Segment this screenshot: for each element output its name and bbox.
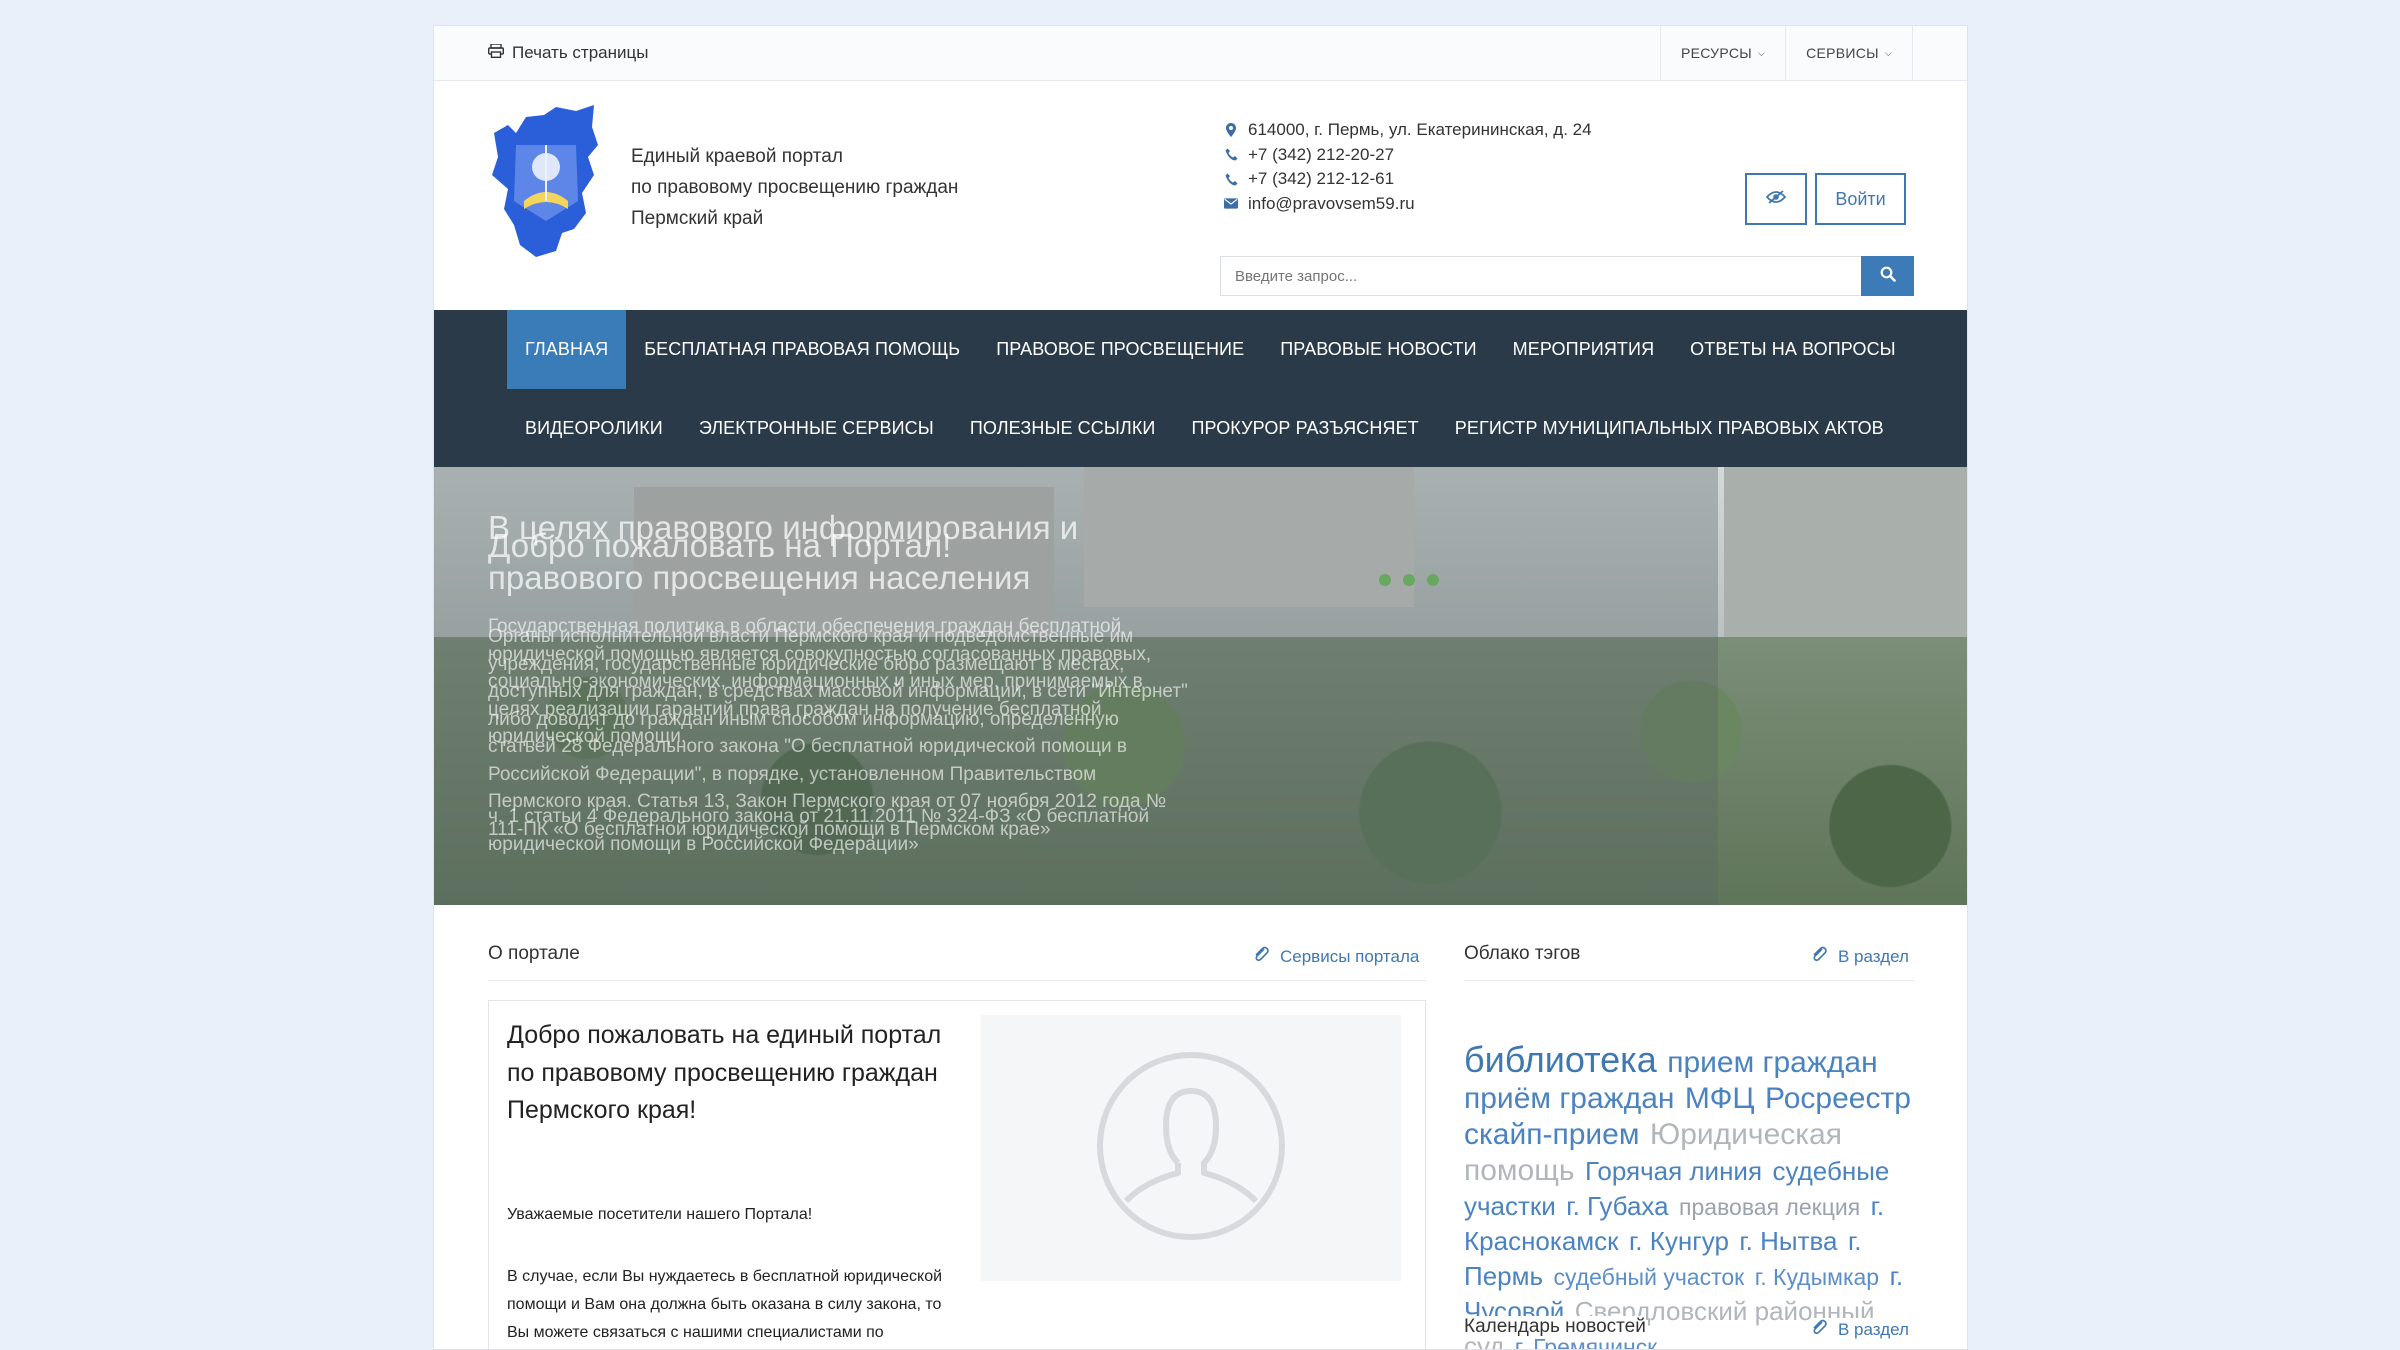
phone-icon	[1224, 173, 1238, 186]
chevron-down-icon: ⌵	[1884, 48, 1892, 58]
tag-link[interactable]: г. Кунгур	[1629, 1226, 1729, 1256]
tag-link[interactable]: г. Кудымкар	[1755, 1264, 1879, 1290]
address-text: 614000, г. Пермь, ул. Екатерининская, д.…	[1248, 120, 1592, 139]
tag-link[interactable]: библиотека	[1464, 1039, 1657, 1080]
phone2-text[interactable]: +7 (342) 212-12-61	[1248, 167, 1394, 192]
printer-icon	[487, 43, 505, 63]
tag-link[interactable]: судебный участок	[1553, 1264, 1744, 1290]
phone1-text[interactable]: +7 (342) 212-20-27	[1248, 143, 1394, 168]
email-row: info@pravovsem59.ru	[1224, 192, 1592, 217]
login-button[interactable]: Войти	[1815, 173, 1906, 225]
nav-item-free-legal-aid[interactable]: БЕСПЛАТНАЯ ПРАВОВАЯ ПОМОЩЬ	[626, 310, 978, 389]
portal-title: Единый краевой портал по правовому просв…	[631, 141, 958, 234]
nav-item-home[interactable]: ГЛАВНАЯ	[507, 310, 627, 389]
nav-item-legal-news[interactable]: ПРАВОВЫЕ НОВОСТИ	[1262, 310, 1494, 389]
tags-section-label: В раздел	[1838, 946, 1909, 966]
tag-link[interactable]: скайп-прием	[1464, 1118, 1639, 1151]
avatar	[981, 1015, 1401, 1281]
tag-link[interactable]: МФЦ	[1685, 1082, 1755, 1115]
chevron-down-icon: ⌵	[1757, 48, 1766, 58]
calendar-section-link[interactable]: В раздел	[1810, 1318, 1909, 1341]
search-button[interactable]	[1861, 256, 1914, 296]
top-bar: Печать страницы РЕСУРСЫ ⌵ СЕРВИСЫ ⌵	[434, 26, 1967, 81]
tag-link[interactable]: прием граждан	[1667, 1046, 1877, 1079]
calendar-section-label: В раздел	[1838, 1319, 1909, 1339]
tag-link[interactable]: г. Губаха	[1566, 1191, 1668, 1221]
nav-item-useful-links[interactable]: ПОЛЕЗНЫЕ ССЫЛКИ	[952, 389, 1174, 467]
resources-menu[interactable]: РЕСУРСЫ ⌵	[1659, 26, 1785, 80]
address-row: 614000, г. Пермь, ул. Екатерининская, д.…	[1224, 118, 1592, 143]
phone2-row: +7 (342) 212-12-61	[1224, 167, 1592, 192]
slide-text-c: ч. 1 статьи 4 Федерального закона от 21.…	[488, 806, 1150, 855]
email-link[interactable]: info@pravovsem59.ru	[1248, 192, 1415, 217]
nav-item-e-services[interactable]: ЭЛЕКТРОННЫЕ СЕРВИСЫ	[681, 389, 952, 467]
welcome-greeting: Уважаемые посетители нашего Портала!	[507, 1206, 813, 1223]
slider-dots[interactable]	[1379, 574, 1439, 586]
envelope-icon	[1224, 198, 1238, 209]
contacts-block: 614000, г. Пермь, ул. Екатерининская, д.…	[1224, 118, 1592, 216]
accessibility-mode-button[interactable]	[1745, 173, 1807, 225]
resources-menu-label: РЕСУРСЫ	[1680, 45, 1752, 61]
paperclip-icon	[1810, 945, 1828, 968]
nav-item-events[interactable]: МЕРОПРИЯТИЯ	[1495, 310, 1673, 389]
services-menu-label: СЕРВИСЫ	[1806, 45, 1879, 61]
portal-services-link[interactable]: Сервисы портала	[1252, 945, 1419, 968]
eye-slash-icon	[1765, 189, 1787, 209]
tag-link[interactable]: приём граждан	[1464, 1082, 1674, 1115]
services-menu[interactable]: СЕРВИСЫ ⌵	[1785, 26, 1913, 80]
about-heading: О портале	[488, 943, 580, 964]
main-navigation: ГЛАВНАЯ БЕСПЛАТНАЯ ПРАВОВАЯ ПОМОЩЬ ПРАВО…	[434, 310, 1967, 467]
portal-title-line2: по правовому просвещению граждан	[631, 177, 959, 198]
slide-title-b: Добро пожаловать на Портал!	[488, 527, 952, 564]
user-placeholder-icon	[1096, 1051, 1286, 1246]
top-menu: РЕСУРСЫ ⌵ СЕРВИСЫ ⌵	[1659, 26, 1913, 80]
map-marker-icon	[1224, 123, 1238, 138]
hero-slider[interactable]: В целях правового информирования и право…	[434, 467, 1967, 905]
print-page-link[interactable]: Печать страницы	[487, 43, 649, 63]
nav-item-answers[interactable]: ОТВЕТЫ НА ВОПРОСЫ	[1672, 310, 1914, 389]
search-icon	[1880, 266, 1896, 287]
nav-row-2: ВИДЕОРОЛИКИ ЭЛЕКТРОННЫЕ СЕРВИСЫ ПОЛЕЗНЫЕ…	[507, 389, 1902, 467]
welcome-card: Добро пожаловать на единый портал по пра…	[488, 1000, 1426, 1349]
calendar-heading: Календарь новостей	[1464, 1316, 1646, 1338]
phone1-row: +7 (342) 212-20-27	[1224, 143, 1592, 168]
welcome-title: Добро пожаловать на единый портал по пра…	[507, 1021, 942, 1124]
tags-heading: Облако тэгов	[1464, 943, 1581, 964]
nav-item-legal-education[interactable]: ПРАВОВОЕ ПРОСВЕЩЕНИЕ	[978, 310, 1262, 389]
tag-cloud: библиотека прием граждан приём граждан М…	[1464, 1042, 1924, 1350]
welcome-body: В случае, если Вы нуждаетесь в бесплатно…	[507, 1268, 943, 1341]
tag-link[interactable]: правовая лекция	[1679, 1194, 1860, 1220]
perm-region-logo[interactable]	[486, 105, 602, 257]
print-page-label: Печать страницы	[512, 43, 649, 62]
search-input[interactable]	[1220, 256, 1868, 296]
nav-item-municipal-register[interactable]: РЕГИСТР МУНИЦИПАЛЬНЫХ ПРАВОВЫХ АКТОВ	[1437, 389, 1902, 467]
portal-title-line1: Единый краевой портал	[631, 146, 843, 167]
nav-item-prosecutor[interactable]: ПРОКУРОР РАЗЪЯСНЯЕТ	[1173, 389, 1436, 467]
portal-services-label: Сервисы портала	[1280, 946, 1420, 966]
tags-section-link[interactable]: В раздел	[1810, 945, 1909, 968]
paperclip-icon	[1252, 945, 1270, 968]
nav-row-1: ГЛАВНАЯ БЕСПЛАТНАЯ ПРАВОВАЯ ПОМОЩЬ ПРАВО…	[507, 310, 1914, 389]
phone-icon	[1224, 148, 1238, 161]
tag-link[interactable]: Горячая линия	[1585, 1156, 1762, 1186]
about-divider	[488, 980, 1426, 981]
site-header: Единый краевой портал по правовому просв…	[434, 81, 1967, 310]
page-container: Печать страницы РЕСУРСЫ ⌵ СЕРВИСЫ ⌵ Един…	[433, 25, 1968, 1350]
tag-link[interactable]: г. Нытва	[1739, 1226, 1837, 1256]
tag-link[interactable]: Росреестр	[1765, 1082, 1911, 1115]
portal-title-line3: Пермский край	[631, 208, 764, 229]
nav-item-videos[interactable]: ВИДЕОРОЛИКИ	[507, 389, 681, 467]
paperclip-icon	[1810, 1318, 1828, 1341]
tags-divider	[1464, 980, 1914, 981]
